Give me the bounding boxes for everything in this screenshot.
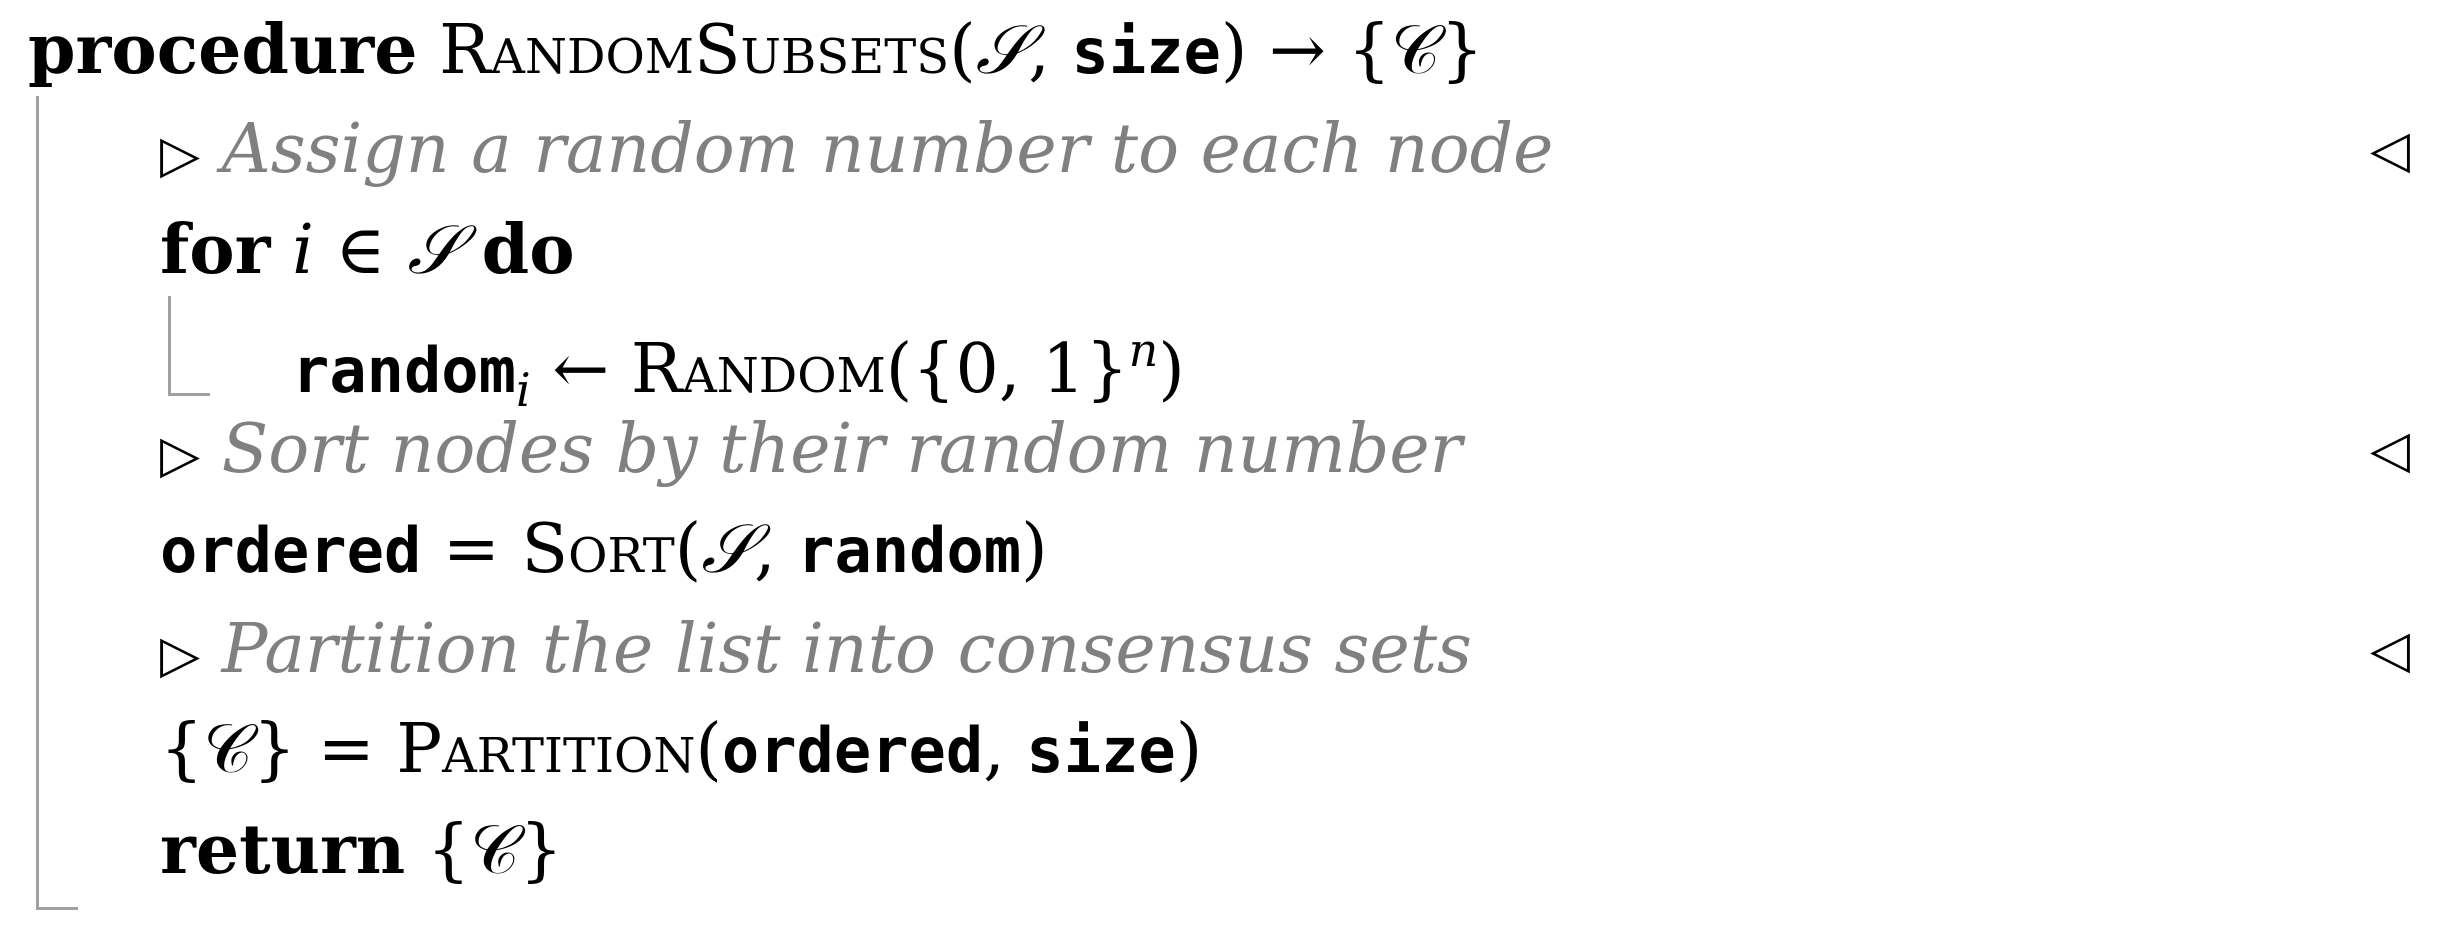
random-var: random [292, 334, 516, 407]
algorithm-block: procedure RandomSubsets(𝒮, size) → {𝒞} ▷… [0, 0, 2437, 927]
partition-func: Partition [396, 710, 696, 789]
partition-open-paren: ( [695, 710, 722, 789]
comment-assign-right-marker: ◁ [2370, 120, 2410, 180]
header-comma: , [1028, 11, 1072, 90]
return-value: {𝒞} [405, 811, 563, 890]
header-close-paren: ) [1220, 11, 1248, 90]
sort-arg-random: random [797, 514, 1022, 587]
partition-comma: , [983, 710, 1027, 789]
procedure-scope-rule [36, 96, 39, 910]
partition-line: {𝒞} = Partition(ordered, size) [160, 700, 1202, 800]
do-keyword: do [481, 210, 575, 290]
random-func-arg: ({0, 1} [885, 330, 1129, 409]
comment-sort-text: Sort nodes by their random number [221, 410, 1463, 489]
for-scope-rule [168, 296, 171, 396]
ordered-var: ordered [160, 514, 422, 587]
comment-partition: ▷ Partition the list into consensus sets [160, 600, 1472, 700]
for-var: i [292, 211, 314, 290]
random-func: Random [630, 330, 886, 409]
procedure-header: procedure RandomSubsets(𝒮, size) → {𝒞} [28, 0, 1484, 100]
sort-equals: = [421, 510, 522, 589]
comment-partition-right-marker: ◁ [2370, 620, 2410, 680]
header-arg-size: size [1071, 15, 1221, 88]
for-in-symbol: ∈ [313, 211, 408, 290]
random-func-exponent: n [1128, 323, 1159, 377]
partition-arg-size: size [1026, 714, 1176, 787]
header-arrow: → [1247, 11, 1348, 90]
comment-assign: ▷ Assign a random number to each node [160, 100, 1553, 200]
for-line: for i ∈ 𝒮 do [160, 200, 575, 300]
random-assign-line: randomi ← Random({0, 1}n) [292, 300, 1185, 417]
comment-left-marker: ▷ [160, 125, 200, 185]
header-return-set: {𝒞} [1347, 11, 1484, 90]
for-scope-end [168, 393, 210, 396]
comment-sort: ▷ Sort nodes by their random number [160, 400, 1462, 500]
header-arg-set: 𝒮 [975, 11, 1029, 90]
sort-arg-set: 𝒮 [701, 510, 754, 589]
for-set: 𝒮 [407, 211, 461, 290]
random-func-close: ) [1158, 330, 1185, 409]
procedure-name: RandomSubsets [439, 11, 950, 90]
comment-partition-text: Partition the list into consensus sets [221, 610, 1472, 689]
sort-line: ordered = Sort(𝒮, random) [160, 500, 1048, 600]
procedure-keyword: procedure [28, 10, 418, 90]
partition-lhs: {𝒞} [160, 710, 297, 789]
return-line: return {𝒞} [160, 800, 563, 900]
sort-open-paren: ( [674, 510, 702, 589]
sort-close-paren: ) [1021, 510, 1048, 589]
header-open-paren: ( [949, 11, 976, 90]
partition-close-paren: ) [1175, 710, 1203, 789]
sort-comma: , [753, 510, 798, 589]
comment-sort-right-marker: ◁ [2370, 420, 2410, 480]
assign-arrow: ← [530, 330, 631, 409]
partition-arg-ordered: ordered [721, 714, 984, 787]
comment-left-marker: ▷ [160, 625, 200, 685]
sort-func: Sort [521, 510, 675, 589]
return-keyword: return [160, 810, 406, 890]
comment-left-marker: ▷ [160, 425, 200, 485]
for-keyword: for [160, 210, 271, 290]
procedure-scope-end [36, 907, 78, 910]
partition-equals: = [296, 710, 397, 789]
comment-assign-text: Assign a random number to each node [221, 110, 1554, 189]
